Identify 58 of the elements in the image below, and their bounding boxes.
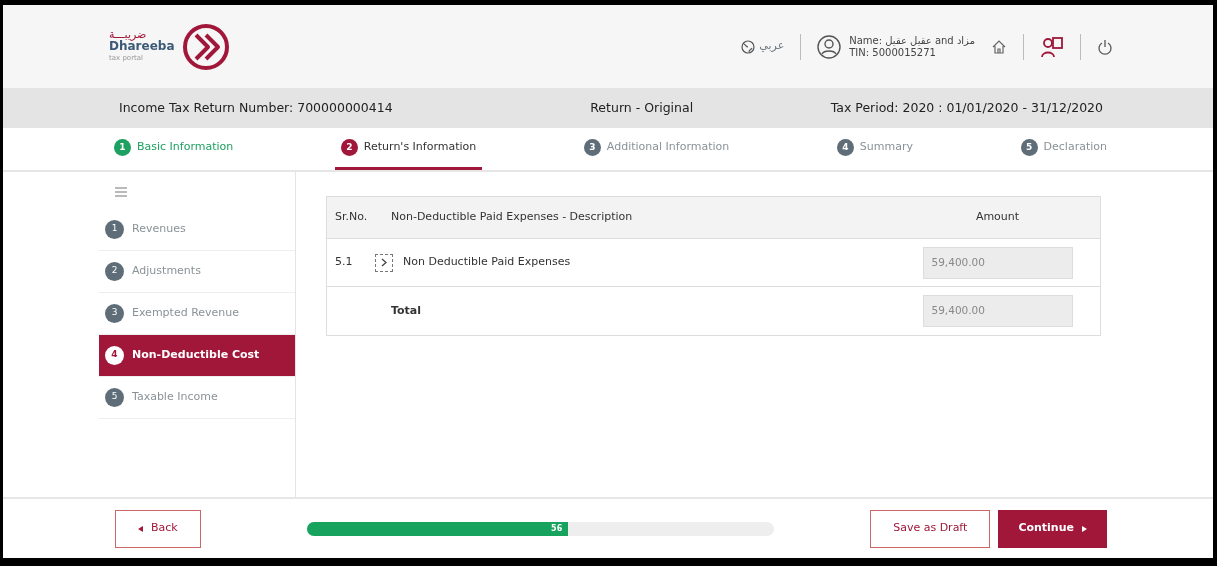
item-label: Taxable Income [132,388,218,405]
step-number: 3 [583,139,601,156]
back-button[interactable]: Back [115,509,201,548]
sidebar-item[interactable]: 5 Taxable Income [99,376,295,419]
logo-arabic-text: ضريبـــة [109,29,147,41]
table-cell: Non Deductible Paid Expenses [403,254,571,271]
user-name: Name: عقيل عقيل and مزاد [849,34,975,47]
logo-name: Dhareeba [109,40,175,54]
home-icon[interactable] [991,38,1007,55]
step-number: 5 [1020,139,1038,156]
sidebar-item[interactable]: 1 Revenues [99,208,295,251]
total-amount-field: 59,400.00 [922,295,1073,327]
item-number: 2 [105,261,124,281]
continue-button[interactable]: Continue [998,509,1107,548]
language-link[interactable]: عربي [759,38,785,55]
tax-period: Tax Period: 2020 : 01/01/2020 - 31/12/2020 [830,98,1103,117]
sidebar-item[interactable]: 2 Adjustments [99,250,295,293]
user-icon[interactable] [817,34,842,59]
step-tab[interactable]: 3 Additional Information [577,128,736,170]
item-label: Exempted Revenue [132,304,240,321]
users-icon[interactable] [1040,34,1064,59]
column-header: Non-Deductible Paid Expenses - Description [390,209,634,226]
total-label: Total [390,302,423,319]
expand-button[interactable] [375,253,393,272]
return-number: Income Tax Return Number: 700000000414 [119,98,393,117]
step-label: Basic Information [137,139,234,156]
caret-right-icon [1082,525,1087,532]
item-label: Revenues [132,220,186,237]
chevron-right-icon [381,258,387,267]
step-label: Summary [859,139,913,156]
step-number: 4 [836,139,854,156]
power-icon[interactable] [1097,38,1113,55]
sidebar-item[interactable]: 3 Exempted Revenue [99,292,295,335]
item-number: 1 [105,219,124,239]
step-label: Return's Information [363,139,477,156]
amount-field: 59,400.00 [922,246,1073,279]
step-label: Additional Information [606,139,730,156]
step-tab[interactable]: 5 Declaration [1014,128,1113,170]
item-number: 4 [105,345,124,365]
item-label: Adjustments [132,262,201,279]
table-cell-text: 5.1 [334,254,354,271]
item-number: 3 [105,303,124,323]
tin-number: TIN: 5000015271 [849,46,937,59]
save-draft-button[interactable]: Save as Draft [870,509,991,548]
column-header: Amount [974,209,1021,226]
progress-fill: 56 [306,521,569,536]
step-tab[interactable]: 4 Summary [830,128,919,170]
sidebar-item[interactable]: 4 Non-Deductible Cost [99,334,295,377]
caret-left-icon [138,525,143,532]
item-number: 5 [105,387,124,407]
return-type: Return - Original [590,98,694,117]
item-label: Non-Deductible Cost [132,346,260,363]
column-header: Sr.No. [334,209,369,226]
step-label: Declaration [1043,139,1107,156]
step-number: 1 [114,139,131,156]
step-number: 2 [340,139,358,156]
step-tab[interactable]: 1 Basic Information [108,128,240,170]
step-tab[interactable]: 2 Return's Information [334,128,483,170]
